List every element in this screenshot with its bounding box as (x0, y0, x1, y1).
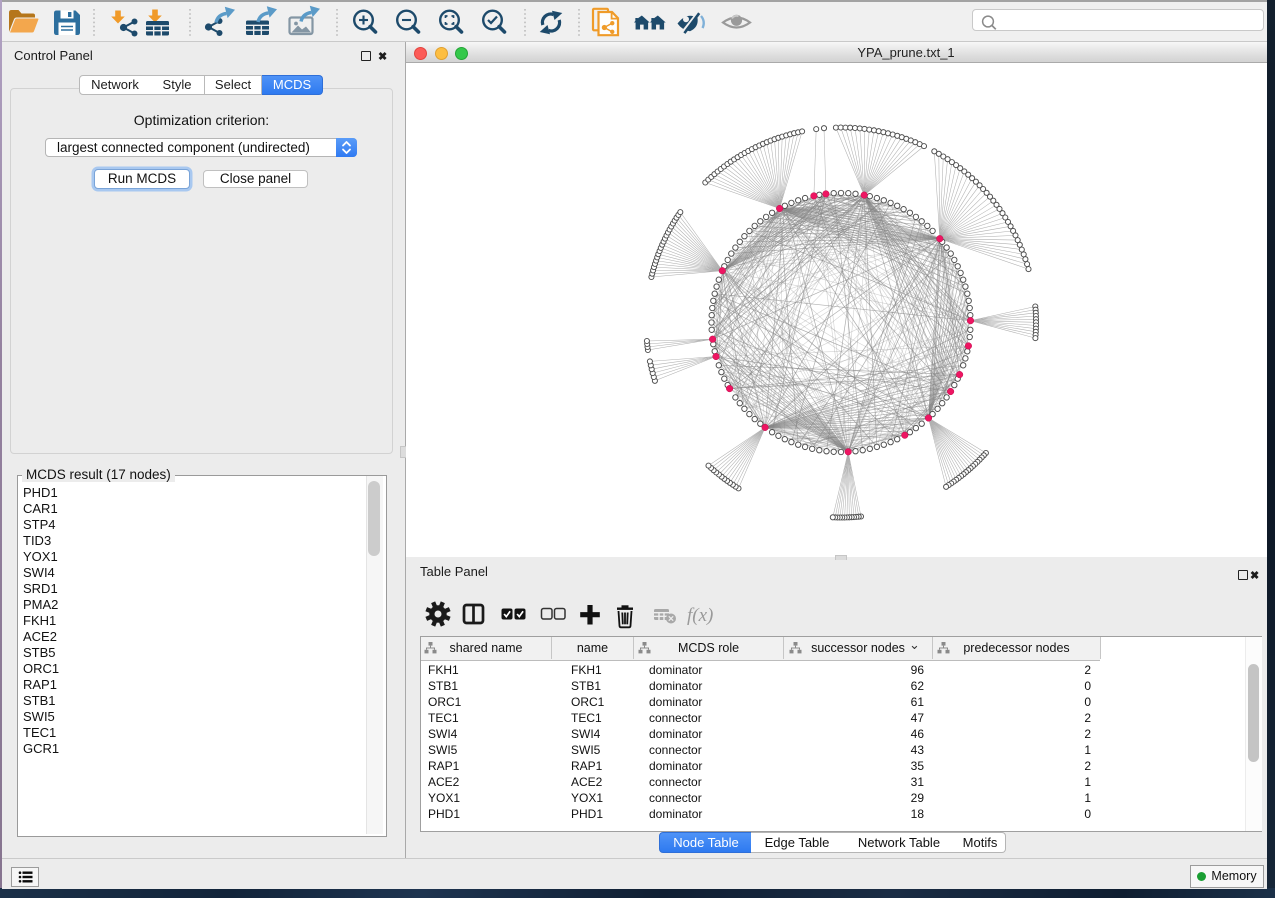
svg-text:f(x): f(x) (687, 605, 713, 626)
